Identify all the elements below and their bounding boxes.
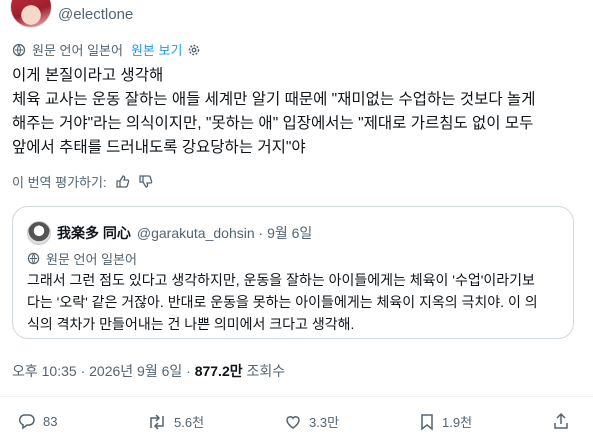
repost-button[interactable]: 5.6천 — [147, 412, 204, 431]
avatar[interactable] — [10, 0, 52, 28]
quoted-tweet[interactable]: 我楽多 同心 @garakuta_dohsin · 9월 6일 원문 언어 일본… — [12, 206, 574, 339]
divider — [0, 396, 593, 397]
like-button[interactable]: 3.3만 — [284, 412, 339, 431]
reply-icon — [18, 414, 35, 430]
tweet-line: 해주는 거야"라는 의식이지만, "못하는 애" 입장에서는 "제대로 가르침도… — [12, 115, 534, 132]
author-block — [10, 0, 52, 28]
views-label: 조회수 — [242, 363, 286, 379]
author-handle[interactable]: @electlone — [58, 6, 133, 23]
quoted-text: 그래서 그런 점도 있다고 생각하지만, 운동을 잘하는 아이들에게는 체육이 … — [27, 269, 567, 335]
quoted-line: 식의 격차가 만들어내는 건 나쁜 의미에서 크다고 생각해. — [27, 316, 355, 332]
like-count: 3.3만 — [309, 415, 340, 430]
thumbs-up-icon[interactable] — [115, 174, 130, 189]
share-icon — [554, 412, 568, 429]
show-original-link[interactable]: 원본 보기 — [131, 40, 182, 59]
tweet-line: 이게 본질이라고 생각해 — [12, 67, 164, 84]
translate-icon — [27, 252, 40, 265]
rate-translation: 이 번역 평가하기: — [12, 172, 153, 191]
repost-count: 5.6천 — [174, 415, 205, 430]
tweet-text: 이게 본질이라고 생각해 체육 교사는 운동 잘하는 애들 세계만 알기 때문에… — [12, 64, 582, 160]
share-button[interactable] — [552, 412, 577, 430]
quoted-line: 다는 '오락' 같은 거잖아. 반대로 운동을 못하는 아이들에게는 체육이 지… — [27, 294, 538, 310]
quoted-translation-bar: 원문 언어 일본어 — [27, 249, 137, 268]
quoted-avatar[interactable] — [27, 221, 51, 245]
timestamp-row: 오후 10:35 · 2026년 9월 6일 · 877.2만 조회수 — [12, 361, 285, 381]
translation-label: 원문 언어 일본어 — [32, 43, 123, 58]
tweet-line: 앞에서 추태를 드러내도록 강요당하는 거지"야 — [12, 139, 306, 156]
quoted-name[interactable]: 我楽多 同心 — [57, 223, 131, 243]
reply-button[interactable]: 83 — [18, 412, 57, 430]
timestamp[interactable]: 오후 10:35 · 2026년 9월 6일 · — [12, 363, 195, 379]
repost-icon — [150, 413, 164, 430]
translation-bar: 원문 언어 일본어 원본 보기 — [12, 40, 207, 59]
action-bar: 83 5.6천 3.3만 1.9천 — [0, 412, 593, 436]
gear-icon[interactable] — [187, 43, 201, 57]
bookmark-count: 1.9천 — [442, 415, 473, 430]
heart-icon — [286, 415, 300, 429]
thumbs-down-icon[interactable] — [138, 174, 153, 189]
tweet-line: 체육 교사는 운동 잘하는 애들 세계만 알기 때문에 "재미없는 수업하는 것… — [12, 91, 536, 108]
view-count: 877.2만 — [194, 363, 243, 379]
quoted-author: 我楽多 同心 @garakuta_dohsin · 9월 6일 — [27, 221, 312, 245]
reply-count: 83 — [43, 413, 58, 429]
bookmark-icon — [421, 413, 433, 431]
quoted-translation-label: 원문 언어 일본어 — [46, 252, 137, 267]
quoted-line: 그래서 그런 점도 있다고 생각하지만, 운동을 잘하는 아이들에게는 체육이 … — [27, 272, 535, 288]
quoted-meta: @garakuta_dohsin · 9월 6일 — [136, 225, 313, 241]
bookmark-button[interactable]: 1.9천 — [419, 412, 472, 431]
translate-icon — [12, 43, 26, 56]
rate-label: 이 번역 평가하기: — [12, 175, 107, 190]
